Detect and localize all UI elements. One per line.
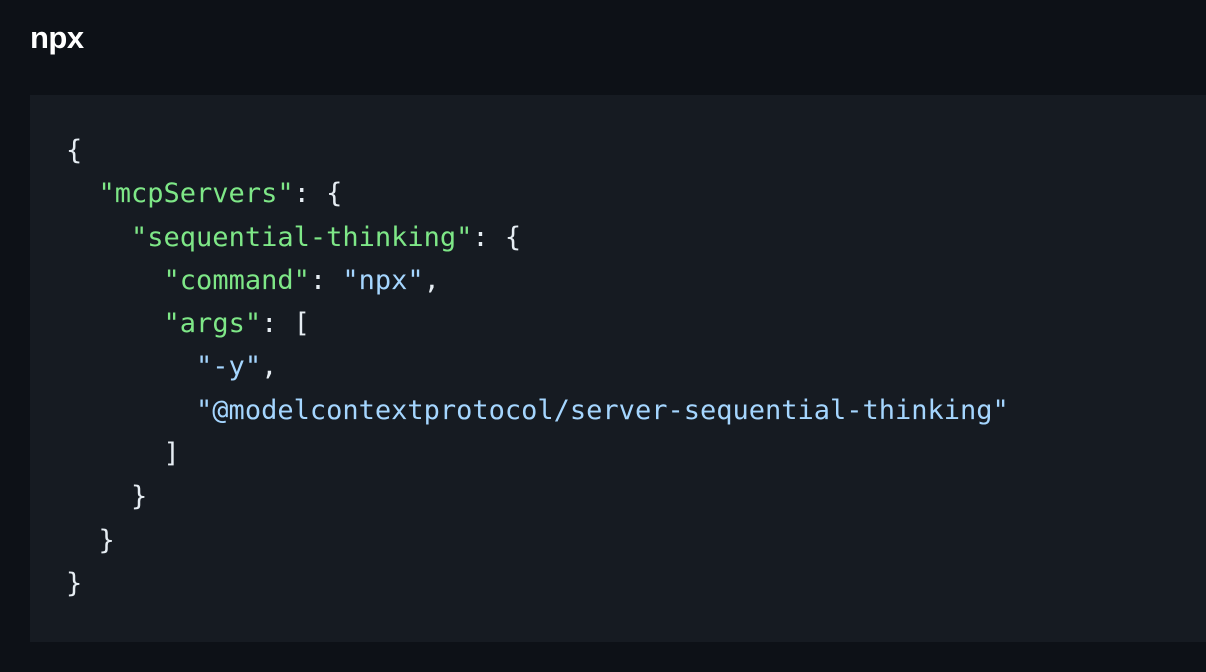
page: npx { "mcpServers": { "sequential-thinki…: [0, 0, 1206, 672]
json-value-arg-2: "@modelcontextprotocol/server-sequential…: [196, 394, 1009, 426]
code-punct: ,: [423, 264, 440, 296]
section-heading: npx: [30, 20, 84, 55]
code-punct: : {: [472, 221, 522, 253]
code-punct: ,: [261, 351, 278, 383]
code-line-2: "mcpServers": {: [66, 172, 1009, 215]
json-key-sequential-thinking: "sequential-thinking": [131, 221, 473, 253]
code-punct: : {: [293, 178, 343, 210]
json-value-arg-1: "-y": [196, 351, 262, 383]
code-line-7: "@modelcontextprotocol/server-sequential…: [66, 389, 1009, 432]
json-value-command: "npx": [342, 264, 424, 296]
code-punct: }: [98, 524, 115, 556]
code-line-4: "command": "npx",: [66, 259, 1009, 302]
code-line-5: "args": [: [66, 302, 1009, 345]
code-block[interactable]: { "mcpServers": { "sequential-thinking":…: [30, 95, 1206, 642]
code-punct: {: [66, 135, 83, 166]
code-punct: :: [309, 264, 343, 296]
code-line-9: }: [66, 475, 1009, 518]
code-line-8: ]: [66, 432, 1009, 475]
code-punct: ]: [163, 438, 180, 470]
code-line-3: "sequential-thinking": {: [66, 216, 1009, 259]
code-line-1: {: [66, 129, 1009, 172]
code-line-10: }: [66, 519, 1009, 562]
json-key-mcpservers: "mcpServers": [98, 178, 294, 210]
code-content: { "mcpServers": { "sequential-thinking":…: [66, 129, 1009, 605]
code-line-6: "-y",: [66, 345, 1009, 388]
code-punct: }: [66, 567, 83, 599]
code-punct: }: [131, 481, 148, 513]
code-punct: : [: [261, 308, 310, 340]
json-key-args: "args": [163, 308, 262, 340]
json-key-command: "command": [163, 264, 310, 296]
code-line-11: }: [66, 562, 1009, 605]
